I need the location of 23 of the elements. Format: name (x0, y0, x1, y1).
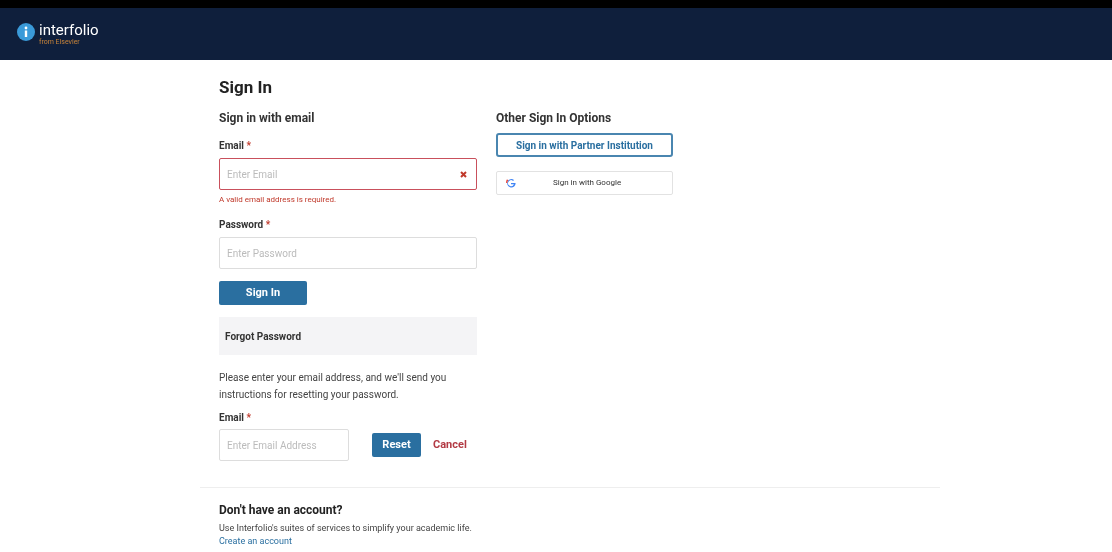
reset-button[interactable]: Reset (372, 433, 421, 457)
signup-text: Use Interfolio's suites of services to simplify your academic life. (219, 522, 473, 534)
page-title: Sign In (219, 76, 273, 98)
field-label: Email * (219, 412, 252, 424)
sign-in-button[interactable]: Sign In (219, 281, 307, 305)
logo-text: interfolio (39, 23, 99, 38)
field-label: Password * (219, 219, 272, 231)
field-label: Email * (219, 140, 252, 152)
panel-heading: Forgot Password (225, 329, 302, 344)
section-heading: Don't have an account? (219, 503, 344, 518)
instructions-text: Please enter your email address, and we'll send you instructions for resetting your password. (219, 371, 448, 402)
email-input[interactable]: Enter Email (219, 158, 477, 190)
cancel-link[interactable]: Cancel (433, 436, 467, 454)
partner-institution-button[interactable]: Sign in with Partner Institution (496, 133, 673, 157)
info-icon (17, 23, 35, 41)
section-heading: Other Sign In Options (496, 110, 613, 126)
password-input[interactable]: Enter Password (219, 237, 477, 269)
error-message: A valid email address is required. (219, 195, 338, 205)
google-icon (506, 178, 516, 188)
error-icon (460, 171, 467, 178)
create-account-link[interactable]: Create an account (219, 536, 1112, 547)
section-heading: Sign in with email (219, 110, 316, 126)
google-sign-in-button[interactable]: Sign in with Google (496, 171, 673, 195)
